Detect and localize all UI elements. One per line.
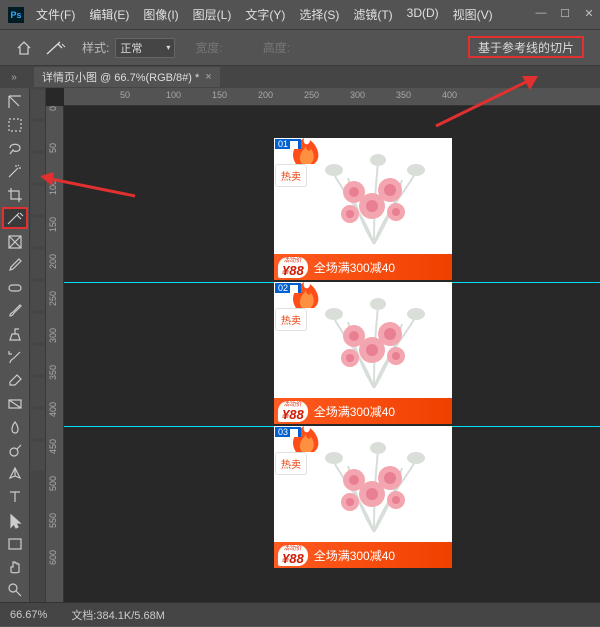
menu-item[interactable]: 滤镜(T) — [347, 3, 398, 26]
annotation-arrow-right — [430, 72, 540, 138]
pen-tool[interactable] — [2, 464, 28, 485]
chevron-down-icon: ▾ — [166, 43, 170, 52]
width-label: 宽度: — [195, 39, 222, 56]
zoom-tool[interactable] — [2, 580, 28, 601]
slice-2[interactable]: 02 热卖活动价¥88 全场满300减40 — [274, 282, 452, 424]
style-select[interactable]: 正常 ▾ — [115, 38, 175, 58]
slice-from-guides-button[interactable]: 基于参考线的切片 — [468, 36, 584, 58]
promo-bar: 活动价¥88 全场满300减40 — [274, 542, 452, 568]
panel-tab[interactable] — [31, 218, 45, 246]
menubar: 文件(F)编辑(E)图像(I)图层(L)文字(Y)选择(S)滤镜(T)3D(D)… — [30, 3, 499, 26]
hot-tag: 热卖 — [275, 164, 307, 187]
brush-tool[interactable] — [2, 301, 28, 322]
menu-item[interactable]: 视图(V) — [447, 3, 499, 26]
hot-tag: 热卖 — [275, 452, 307, 475]
menu-item[interactable]: 图像(I) — [137, 3, 184, 26]
price-pill: 活动价¥88 — [278, 401, 308, 422]
move-tool[interactable] — [2, 91, 28, 112]
panel-tab[interactable] — [31, 282, 45, 310]
panel-tab[interactable] — [31, 442, 45, 470]
menu-item[interactable]: 文字(Y) — [239, 3, 291, 26]
lasso-tool[interactable] — [2, 137, 28, 158]
height-label: 高度: — [263, 39, 290, 56]
document-size: 文档:384.1K/5.68M — [71, 607, 165, 623]
panel-tab[interactable] — [31, 90, 45, 118]
product-image — [304, 144, 444, 250]
type-tool[interactable] — [2, 487, 28, 508]
slice-1[interactable]: 01 热卖活动价¥88 全场满300减40 — [274, 138, 452, 280]
main-area: 50100150200250300350400 0501001502002503… — [0, 88, 600, 602]
menu-item[interactable]: 图层(L) — [187, 3, 238, 26]
zoom-level[interactable]: 66.67% — [10, 609, 47, 621]
window-controls: — ☐ ✕ — [534, 6, 596, 20]
canvas-area[interactable]: 50100150200250300350400 0501001502002503… — [46, 88, 600, 602]
product-image — [304, 432, 444, 538]
expand-panels-icon[interactable]: » — [0, 66, 28, 88]
healing-brush-tool[interactable] — [2, 278, 28, 299]
app-logo: Ps — [8, 7, 24, 23]
crop-tool[interactable] — [2, 184, 28, 205]
collapsed-panels — [30, 88, 46, 602]
price-pill: 活动价¥88 — [278, 257, 308, 278]
slice-badge: 01 — [275, 139, 301, 149]
document-tab[interactable]: 详情页小图 @ 66.7%(RGB/8#) * × — [34, 67, 220, 87]
annotation-arrow-left — [40, 170, 140, 206]
panel-tab[interactable] — [31, 122, 45, 150]
blur-tool[interactable] — [2, 417, 28, 438]
panel-tab[interactable] — [31, 314, 45, 342]
frame-tool[interactable] — [2, 231, 28, 252]
minimize-button[interactable]: — — [534, 6, 548, 20]
panel-tab[interactable] — [31, 346, 45, 374]
menu-item[interactable]: 文件(F) — [30, 3, 81, 26]
menu-item[interactable]: 编辑(E) — [83, 3, 135, 26]
slice-badge: 02 — [275, 283, 301, 293]
promo-text: 全场满300减40 — [314, 403, 395, 420]
hand-tool[interactable] — [2, 556, 28, 577]
menu-item[interactable]: 选择(S) — [293, 3, 345, 26]
style-label: 样式: — [82, 39, 109, 56]
status-bar: 66.67% 文档:384.1K/5.68M — [0, 602, 600, 626]
options-bar: 样式: 正常 ▾ 宽度: 高度: 基于参考线的切片 — [0, 30, 600, 66]
panel-tab[interactable] — [31, 250, 45, 278]
panel-tab[interactable] — [31, 378, 45, 406]
panel-tab[interactable] — [31, 410, 45, 438]
close-button[interactable]: ✕ — [582, 6, 596, 20]
titlebar: Ps 文件(F)编辑(E)图像(I)图层(L)文字(Y)选择(S)滤镜(T)3D… — [0, 0, 600, 30]
slice-3[interactable]: 03 热卖活动价¥88 全场满300减40 — [274, 426, 452, 568]
hot-tag: 热卖 — [275, 308, 307, 331]
clone-stamp-tool[interactable] — [2, 324, 28, 345]
price-pill: 活动价¥88 — [278, 545, 308, 566]
slice-badge: 03 — [275, 427, 301, 437]
rectangle-tool[interactable] — [2, 533, 28, 554]
maximize-button[interactable]: ☐ — [558, 6, 572, 20]
magic-wand-tool[interactable] — [2, 161, 28, 182]
gradient-tool[interactable] — [2, 394, 28, 415]
path-selection-tool[interactable] — [2, 510, 28, 531]
home-icon[interactable] — [12, 36, 36, 60]
dodge-tool[interactable] — [2, 440, 28, 461]
tab-close-icon[interactable]: × — [205, 71, 211, 83]
slice-tool[interactable] — [2, 207, 28, 229]
slice-tool-icon — [46, 37, 68, 59]
promo-bar: 活动价¥88 全场满300减40 — [274, 398, 452, 424]
promo-bar: 活动价¥88 全场满300减40 — [274, 254, 452, 280]
eyedropper-tool[interactable] — [2, 254, 28, 275]
product-image — [304, 288, 444, 394]
canvas-background: 01热卖活动价¥88全场满300减40 02热卖活动价¥88全场满300减40 … — [64, 106, 600, 602]
eraser-tool[interactable] — [2, 371, 28, 392]
promo-text: 全场满300减40 — [314, 259, 395, 276]
tools-panel — [0, 88, 30, 602]
history-brush-tool[interactable] — [2, 347, 28, 368]
menu-item[interactable]: 3D(D) — [401, 3, 445, 26]
marquee-tool[interactable] — [2, 114, 28, 135]
promo-text: 全场满300减40 — [314, 547, 395, 564]
